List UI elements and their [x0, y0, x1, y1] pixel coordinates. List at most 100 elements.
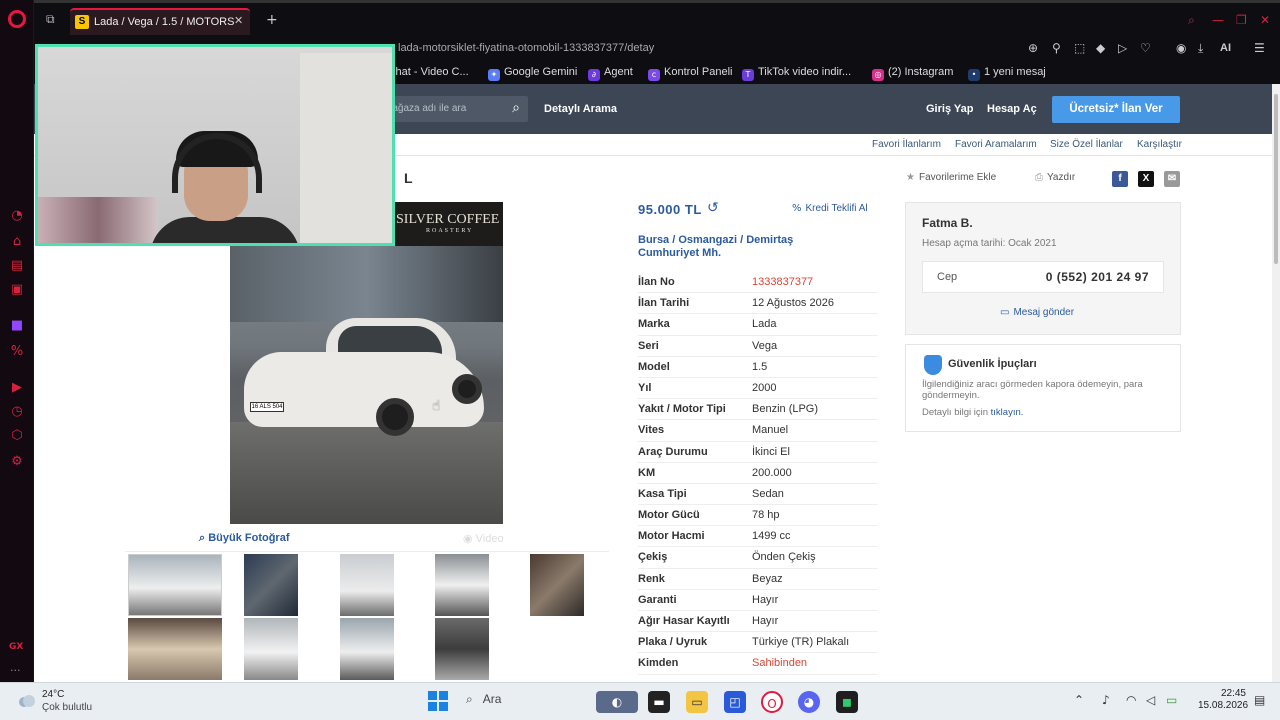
x-share-icon[interactable]: X	[1138, 171, 1154, 187]
snapshot-icon[interactable]: ⬚	[1074, 41, 1085, 55]
workspaces-icon[interactable]: ⧉	[46, 12, 55, 27]
file-explorer-icon[interactable]: ▭	[686, 691, 708, 713]
bookmark-item[interactable]: ∂ Agent	[588, 66, 633, 81]
seller-name[interactable]: Fatma B.	[922, 216, 973, 230]
main-photo[interactable]: SILVER COFFEE ROASTERY 16 ALS 504	[230, 202, 503, 524]
spec-value: Manuel	[752, 424, 789, 437]
new-tab-icon[interactable]: +	[266, 12, 278, 28]
safety-link[interactable]: tıklayın.	[991, 407, 1024, 418]
register-link[interactable]: Hesap Aç	[987, 103, 1037, 115]
cloud-icon[interactable]	[16, 691, 36, 711]
ai-button[interactable]: AI	[1220, 42, 1231, 54]
bookmark-item[interactable]: chat - Video C...	[390, 66, 469, 78]
twitch-icon[interactable]: ■	[9, 318, 25, 334]
search-tabs-icon[interactable]: ⌕	[1188, 13, 1195, 28]
post-ad-button[interactable]: Ücretsiz* İlan Ver	[1052, 96, 1180, 123]
location-breadcrumb[interactable]: Bursa / Osmangazi / Demirtaş Cumhuriyet …	[638, 234, 838, 260]
detailed-search-link[interactable]: Detaylı Arama	[544, 103, 617, 115]
bookmark-item[interactable]: • 1 yeni mesaj	[968, 66, 1046, 81]
zoom-icon[interactable]: ⊕	[1028, 41, 1038, 55]
start-icon[interactable]	[428, 691, 448, 711]
settings-icon[interactable]: ⚙	[9, 454, 25, 470]
thumbnail[interactable]	[244, 618, 298, 680]
weather-temp[interactable]: 24°C	[42, 689, 64, 700]
notification-icon[interactable]: ▤	[1254, 693, 1265, 707]
discord-icon[interactable]: ◕	[798, 691, 820, 713]
more-icon[interactable]: ···	[10, 664, 21, 677]
app-icon[interactable]: ◰	[724, 691, 746, 713]
pin-icon[interactable]: ⚲	[1052, 41, 1061, 55]
microphone-icon[interactable]: ♪	[1102, 693, 1110, 707]
page-scrollbar[interactable]	[1272, 84, 1280, 682]
facebook-share-icon[interactable]: f	[1112, 171, 1128, 187]
email-share-icon[interactable]: ✉	[1164, 171, 1180, 187]
thumbnail[interactable]	[128, 618, 222, 680]
minimize-icon[interactable]: —	[1212, 13, 1224, 27]
scroll-thumb[interactable]	[1274, 94, 1278, 264]
thumbnail[interactable]	[435, 618, 489, 680]
maximize-icon[interactable]: ❐	[1236, 13, 1247, 27]
thumbnail[interactable]	[244, 554, 298, 616]
send-icon[interactable]: ▷	[1118, 41, 1127, 55]
special-listings-link[interactable]: Size Özel İlanlar	[1050, 139, 1123, 150]
player-icon[interactable]: ▶	[9, 380, 25, 396]
favorite-listings-link[interactable]: Favori İlanlarım	[872, 139, 941, 150]
spec-value[interactable]: 1333837377	[752, 276, 813, 288]
account-icon[interactable]: ◉	[1176, 41, 1186, 55]
taskbar-search[interactable]: ⌕ Ara	[466, 692, 501, 707]
close-window-icon[interactable]: ✕	[1260, 13, 1270, 27]
terminal-icon[interactable]: ▬	[648, 691, 670, 713]
price-history-icon[interactable]: ↺	[707, 200, 719, 216]
percent-icon[interactable]: %	[9, 344, 25, 360]
spec-row: Ağır Hasar Kayıtlı Hayır	[638, 611, 878, 633]
search-icon[interactable]: ⌕	[512, 100, 520, 116]
thumbnail[interactable]	[128, 554, 222, 616]
bookmark-item[interactable]: ◎ (2) Instagram	[872, 66, 953, 81]
thumbnail[interactable]	[530, 554, 584, 616]
login-link[interactable]: Giriş Yap	[926, 103, 974, 115]
tab-large-photo[interactable]: ⌕ Büyük Fotoğraf	[199, 532, 290, 545]
shield-icon[interactable]: ◆	[1096, 41, 1105, 55]
extensions-icon[interactable]: ⌂	[9, 234, 25, 250]
bookmark-item[interactable]: ✦ Google Gemini	[488, 66, 577, 81]
search-input[interactable]: mağaza adı ile ara ⌕	[374, 96, 528, 122]
print-button[interactable]: ⎙ Yazdır	[1035, 172, 1075, 183]
credit-offer-link[interactable]: % Kredi Teklifi Al	[792, 203, 868, 214]
thumbnail[interactable]	[340, 554, 394, 616]
history-icon[interactable]: ◷	[9, 404, 25, 420]
download-icon[interactable]: ⤓	[1198, 41, 1203, 56]
tray-chevron-icon[interactable]: ⌃	[1074, 693, 1084, 707]
spec-value: 78 hp	[752, 509, 780, 522]
gx-icon[interactable]: GX	[9, 642, 23, 652]
messenger-icon[interactable]: ▣	[9, 282, 25, 298]
heart-icon[interactable]: ♡	[1140, 41, 1151, 55]
bookmark-item[interactable]: T TikTok video indir...	[742, 66, 851, 81]
menu-icon[interactable]: ☰	[1254, 41, 1265, 55]
widget-app-icon[interactable]: ◐	[596, 691, 638, 713]
tab-close-icon[interactable]: ✕	[234, 14, 243, 27]
opera-gx-icon[interactable]: O	[761, 691, 783, 713]
clock[interactable]: 22:45 15.08.2026	[1198, 688, 1248, 712]
spec-row: Seri Vega	[638, 336, 878, 357]
thumbnail[interactable]	[435, 554, 489, 616]
safety-text: İlgilendiğiniz aracı görmeden kapora öde…	[922, 379, 1143, 401]
weather-desc[interactable]: Çok bulutlu	[42, 702, 92, 713]
news-icon[interactable]: ▤	[9, 258, 25, 274]
volume-icon[interactable]: ◁	[1146, 693, 1155, 707]
wifi-icon[interactable]: ◠	[1126, 693, 1136, 707]
favorite-searches-link[interactable]: Favori Aramalarım	[955, 139, 1037, 150]
spec-value[interactable]: Sahibinden	[752, 657, 807, 669]
battery-icon[interactable]: ▭	[1166, 693, 1177, 707]
phone-number[interactable]: 0 (552) 201 24 97	[1046, 270, 1149, 284]
add-favorite-button[interactable]: ★ Favorilerime Ekle	[906, 172, 996, 183]
game-app-icon[interactable]: ◼	[836, 691, 858, 713]
thumbnail[interactable]	[340, 618, 394, 680]
box-icon[interactable]: ⬡	[9, 428, 25, 444]
speed-dial-icon[interactable]: ◔	[9, 208, 25, 224]
tab-active[interactable]: S Lada / Vega / 1.5 / MOTORS	[70, 8, 250, 35]
send-message-button[interactable]: ▭ Mesaj gönder	[1000, 307, 1074, 318]
bookmark-item[interactable]: c Kontrol Paneli	[648, 66, 733, 81]
compare-link[interactable]: Karşılaştır	[1137, 139, 1182, 150]
url-field[interactable]: lada-motorsiklet-fiyatina-otomobil-13338…	[398, 42, 654, 54]
opera-logo-icon[interactable]	[8, 10, 26, 28]
